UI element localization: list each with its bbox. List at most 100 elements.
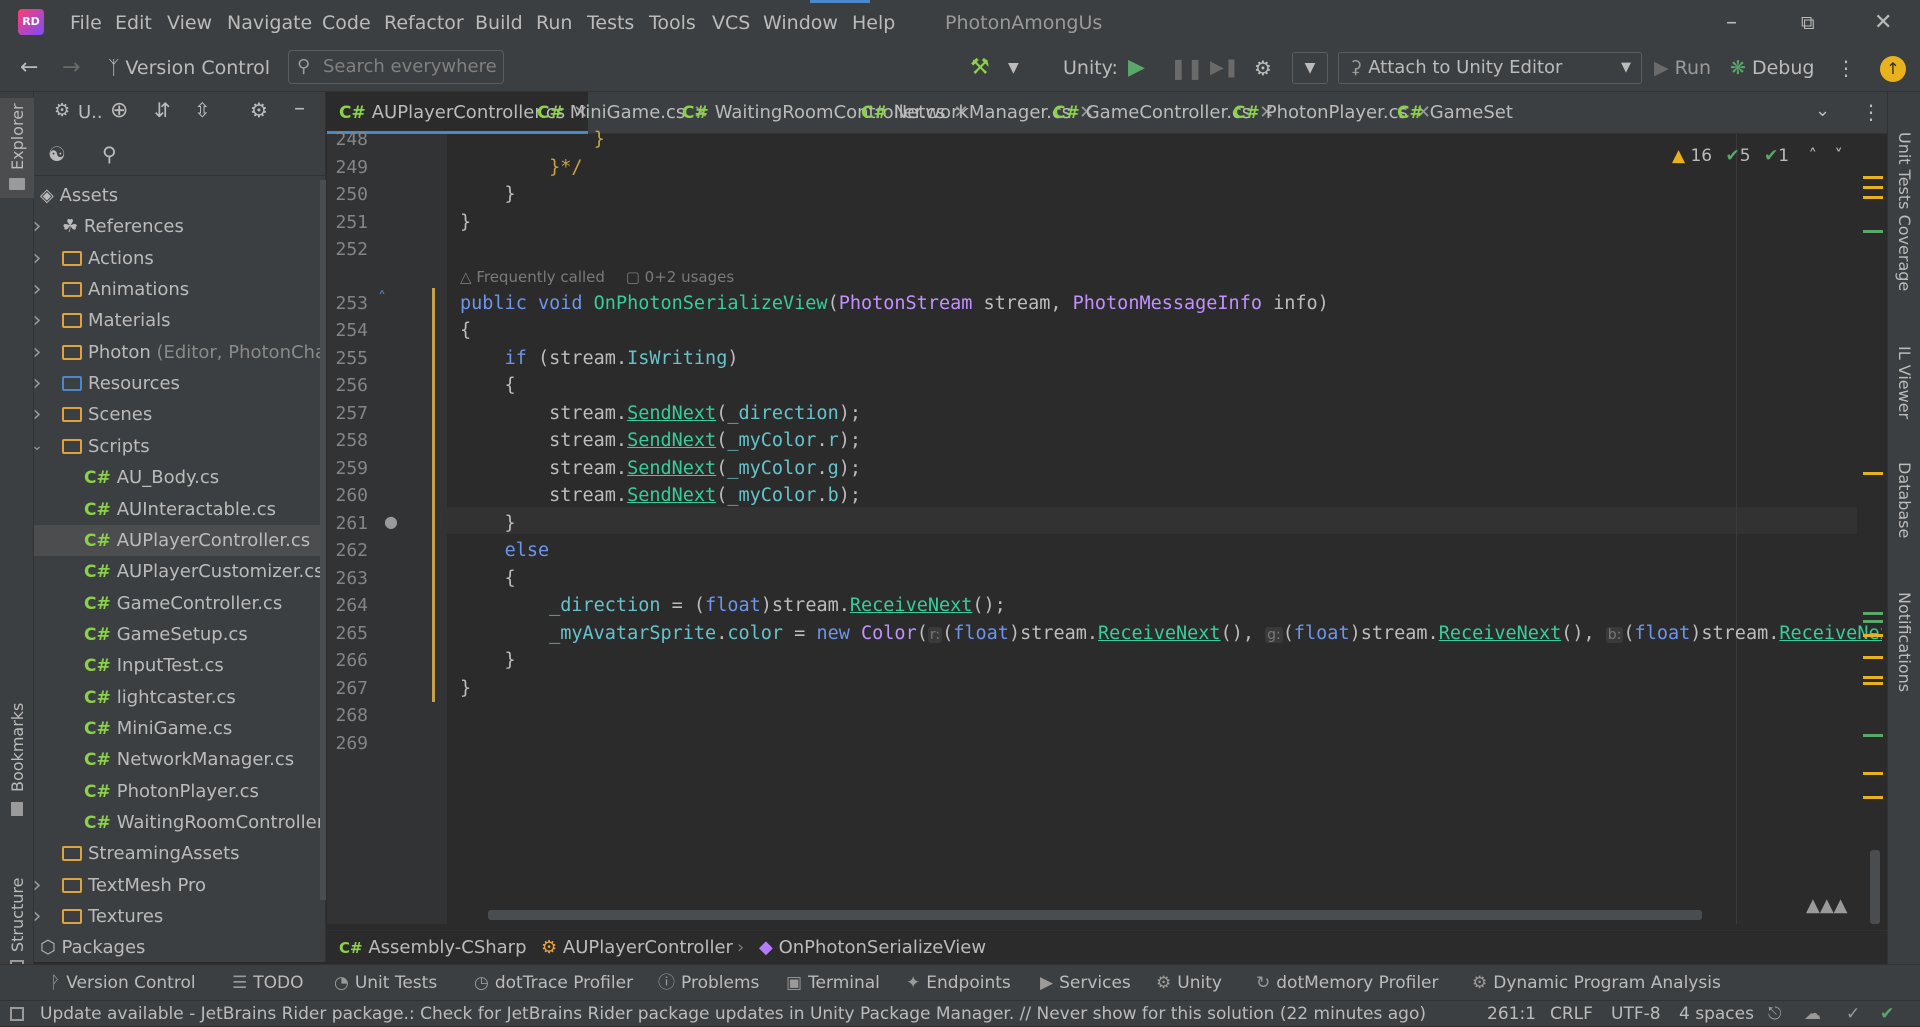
tool-window-button[interactable]: ⓘ Problems	[658, 965, 759, 1001]
explorer-scrollbar[interactable]	[320, 180, 326, 900]
tree-item[interactable]: C# lightcaster.cs	[34, 682, 326, 713]
indent-setting[interactable]: 4 spaces	[1679, 1001, 1754, 1027]
chevron-right-icon[interactable]: ›	[34, 368, 44, 399]
tool-window-button[interactable]: ▶ Services	[1040, 965, 1131, 1001]
editor-tab[interactable]: C# GameSet	[1385, 92, 1513, 134]
code-line[interactable]: public void OnPhotonSerializeView(Photon…	[460, 290, 1329, 318]
tree-item[interactable]: C# AUPlayerCustomizer.cs	[34, 556, 326, 587]
collapse-all-icon[interactable]: ⇳	[194, 98, 211, 122]
unity-pause-icon[interactable]: ❚❚	[1170, 44, 1204, 92]
tool-window-button[interactable]: ✦ Endpoints	[906, 965, 1011, 1001]
menu-tools[interactable]: Tools	[649, 0, 696, 44]
build-dropdown-icon[interactable]: ▼	[1008, 44, 1019, 92]
unity-step-icon[interactable]: ▶❚	[1210, 44, 1239, 92]
menu-vcs[interactable]: VCS	[712, 0, 750, 44]
tree-item[interactable]: StreamingAssets	[34, 838, 326, 869]
tool-window-button[interactable]: ▣ Terminal	[786, 965, 880, 1001]
ok-mark[interactable]	[1863, 612, 1883, 615]
run-button[interactable]: ▶ Run	[1654, 44, 1711, 92]
restore-button[interactable]: ⧉	[1801, 0, 1815, 44]
tree-item[interactable]: › Scenes	[34, 399, 326, 430]
chevron-right-icon[interactable]: ›	[34, 274, 44, 305]
bookmarks-tab-label[interactable]: Bookmarks	[8, 703, 27, 792]
menu-edit[interactable]: Edit	[115, 0, 152, 44]
unity-icon[interactable]: ⚙	[54, 100, 70, 121]
build-hammer-icon[interactable]: ⚒	[970, 44, 990, 92]
locate-icon[interactable]: ⊕	[110, 98, 128, 123]
more-actions-icon[interactable]: ⋮	[1836, 44, 1856, 92]
menu-navigate[interactable]: Navigate	[227, 0, 312, 44]
code-line[interactable]: stream.SendNext(_direction);	[460, 400, 861, 428]
previous-problem-icon[interactable]: ˄	[1809, 146, 1818, 166]
code-line[interactable]: stream.SendNext(_myColor.r);	[460, 427, 861, 455]
ok-mark[interactable]	[1863, 230, 1883, 233]
tree-item[interactable]: ⌄ Scripts	[34, 431, 326, 462]
forward-arrow-icon[interactable]: →	[62, 44, 80, 92]
filter-icon[interactable]: ☯	[48, 142, 66, 166]
code-line[interactable]: {	[460, 372, 516, 400]
menu-window[interactable]: Window	[763, 0, 838, 44]
more-tabs-icon[interactable]: ⋮	[1861, 100, 1881, 124]
back-arrow-icon[interactable]: ←	[20, 44, 38, 92]
menu-build[interactable]: Build	[475, 0, 523, 44]
tree-item[interactable]: › ☘ References	[34, 211, 326, 242]
vcs-widget[interactable]: ᛉ Version Control	[108, 44, 270, 92]
code-line[interactable]: _myAvatarSprite.color = new Color(r: (flo…	[460, 620, 1882, 648]
tool-window-button[interactable]: ᚹ Version Control	[50, 965, 196, 1001]
status-toggle-icon[interactable]	[10, 1007, 24, 1021]
chevron-down-icon[interactable]: ⌄	[34, 431, 44, 462]
code-line[interactable]: }	[460, 510, 516, 538]
tree-item[interactable]: C# MiniGame.cs	[34, 713, 326, 744]
config-dropdown-button[interactable]: ▼	[1292, 52, 1328, 84]
chevron-right-icon[interactable]: ›	[34, 243, 44, 274]
chevron-right-icon[interactable]: ›	[34, 901, 44, 932]
chevron-right-icon[interactable]: ›	[34, 337, 44, 368]
tree-item[interactable]: › Photon (Editor, PhotonChat,	[34, 337, 326, 368]
search-icon[interactable]: ⚲	[102, 142, 117, 166]
notifications-tab-label[interactable]: Notifications	[1895, 592, 1914, 692]
database-tab-label[interactable]: Database	[1895, 462, 1914, 538]
debug-button[interactable]: ❋ Debug	[1730, 44, 1814, 92]
warning-mark[interactable]	[1863, 682, 1883, 685]
cloud-icon[interactable]: ☁	[1804, 1001, 1821, 1027]
warning-mark[interactable]	[1863, 656, 1883, 659]
chevron-right-icon[interactable]: ›	[34, 305, 44, 336]
inspection-widget[interactable]: ▲ 16 ✔5 ✔1 ˄ ˅	[1672, 144, 1843, 168]
file-encoding[interactable]: UTF-8	[1611, 1001, 1661, 1027]
tool-window-button[interactable]: ⚙ Unity	[1156, 965, 1222, 1001]
tree-item[interactable]: › Resources	[34, 368, 326, 399]
code-line[interactable]: }	[460, 181, 516, 209]
tree-item[interactable]: C# InputTest.cs	[34, 650, 326, 681]
tool-window-button[interactable]: ⚙ Dynamic Program Analysis	[1472, 965, 1721, 1001]
code-line[interactable]: }	[460, 209, 471, 237]
close-window-button[interactable]: ✕	[1874, 0, 1892, 44]
code-line[interactable]: {	[460, 565, 516, 593]
code-line[interactable]: }	[460, 647, 516, 675]
attach-unity-dropdown[interactable]: ⚳ Attach to Unity Editor ▼	[1338, 52, 1642, 84]
warning-mark[interactable]	[1863, 676, 1883, 679]
menu-help[interactable]: Help	[852, 0, 895, 44]
code-line[interactable]: if (stream.IsWriting)	[460, 345, 739, 373]
code-vision-icon[interactable]: ▲▲▲	[1806, 895, 1848, 916]
check-circle-icon[interactable]: ✓	[1846, 1001, 1860, 1027]
bulb-gutter-icon[interactable]: ●	[384, 512, 398, 531]
warning-mark[interactable]	[1863, 772, 1883, 775]
menu-file[interactable]: File	[70, 0, 102, 44]
warning-mark[interactable]	[1863, 796, 1883, 799]
tree-item[interactable]: C# AUPlayerController.cs	[34, 524, 326, 556]
warning-mark[interactable]	[1863, 196, 1883, 199]
ilviewer-tab-label[interactable]: IL Viewer	[1895, 346, 1914, 419]
hide-panel-icon[interactable]: –	[294, 96, 305, 121]
tree-item[interactable]: › Actions	[34, 243, 326, 274]
tree-item[interactable]: C# NetworkManager.cs	[34, 744, 326, 775]
tree-item[interactable]: C# GameSetup.cs	[34, 619, 326, 650]
ok-mark[interactable]	[1863, 734, 1883, 737]
code-line[interactable]: else	[460, 537, 550, 565]
tool-window-button[interactable]: ◷ dotTrace Profiler	[474, 965, 633, 1001]
tree-item[interactable]: ⬡ Packages	[34, 932, 326, 963]
code-line[interactable]: }	[460, 126, 605, 154]
chevron-right-icon[interactable]: ›	[34, 870, 44, 901]
structure-tab-label[interactable]: Structure	[8, 878, 27, 952]
tree-item[interactable]: ◈ Assets	[34, 180, 326, 211]
tree-item[interactable]: C# GameController.cs	[34, 588, 326, 619]
